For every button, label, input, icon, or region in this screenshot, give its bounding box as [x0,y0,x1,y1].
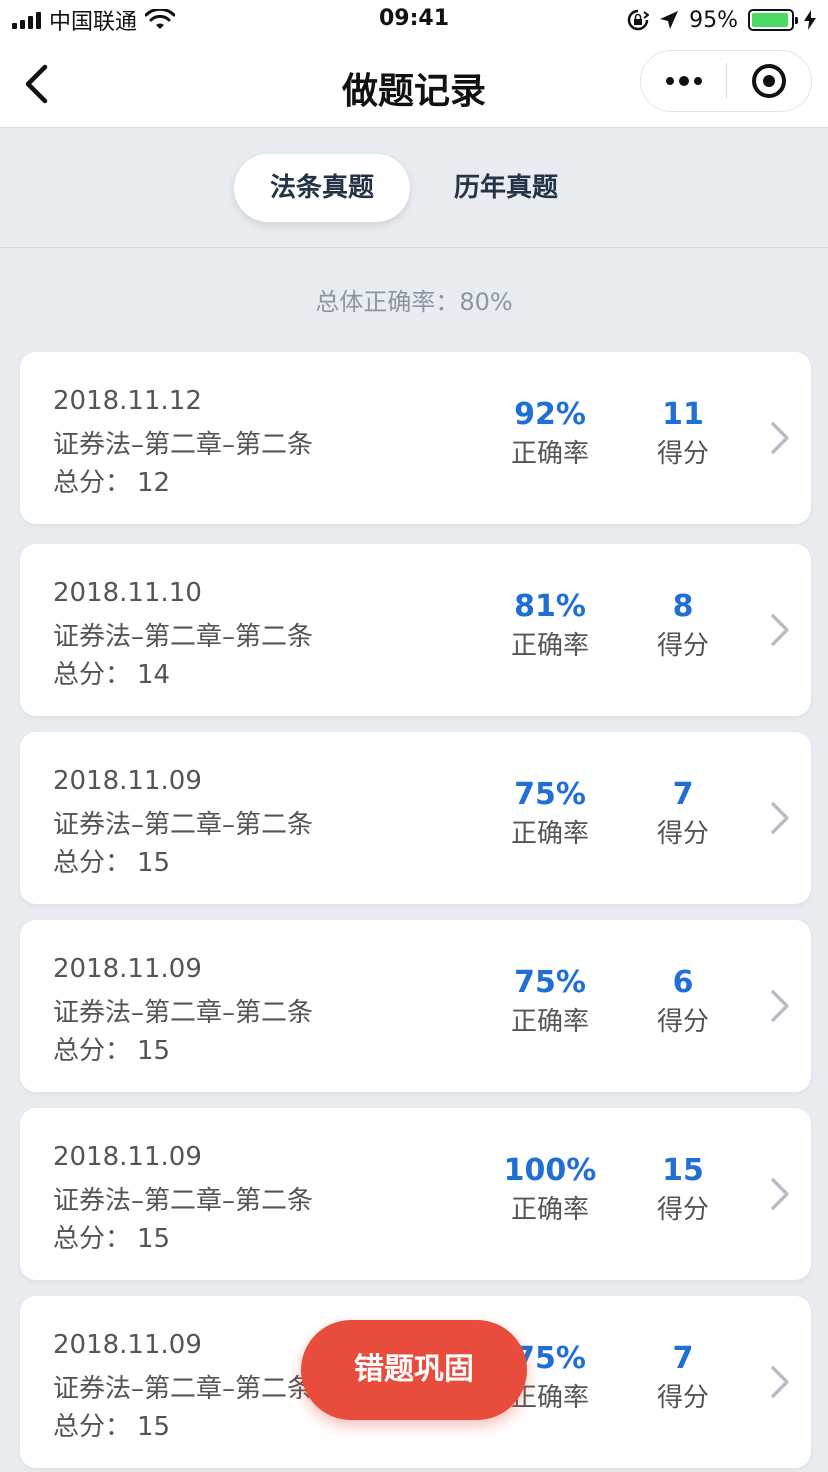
score-label: 得分 [656,1383,709,1413]
battery-icon [748,9,798,31]
more-button[interactable] [641,50,726,112]
score-stat: 8 得分 [633,590,733,662]
record-total: 总分： 15 [53,1218,170,1255]
record-total-value: 15 [137,1412,171,1442]
record-total-value: 14 [137,660,171,690]
score-stat: 7 得分 [633,1342,733,1414]
accuracy-value: 100% [503,1153,597,1188]
chevron-right-icon [771,614,789,646]
score-value: 15 [662,1153,704,1188]
record-total-label: 总分： [53,1224,132,1254]
accuracy-value: 75% [514,965,586,1000]
status-right: 95% [627,6,816,34]
record-total: 总分： 15 [53,1406,170,1443]
record-title: 证券法–第二章–第二条 [53,1374,314,1404]
score-value: 7 [672,1341,694,1376]
tab-bar: 法条真题 历年真题 [0,128,828,248]
accuracy-stat: 75% 正确率 [490,966,610,1038]
battery-percent: 95% [689,7,738,33]
record-total: 总分： 14 [53,654,170,691]
record-total-label: 总分： [53,1036,132,1066]
chevron-right-icon [771,1366,789,1398]
accuracy-label: 正确率 [510,439,589,469]
accuracy-value: 75% [514,777,586,812]
accuracy-label: 正确率 [510,631,589,661]
record-date: 2018.11.09 [53,766,202,796]
record-total-label: 总分： [53,468,132,498]
more-dot-icon [665,77,674,85]
chevron-right-icon [771,802,789,834]
chevron-right-icon [771,422,789,454]
record-total: 总分： 12 [53,462,170,499]
record-date: 2018.11.09 [53,1330,202,1360]
record-total-label: 总分： [53,848,132,878]
record-title: 证券法–第二章–第二条 [53,998,314,1028]
close-target-icon [751,64,786,98]
record-card[interactable]: 2018.11.09 证券法–第二章–第二条 总分： 15 75% 正确率 6 得… [20,920,811,1092]
record-title: 证券法–第二章–第二条 [53,622,314,652]
record-card[interactable]: 2018.11.09 证券法–第二章–第二条 总分： 15 100% 正确率 15… [20,1108,811,1280]
chevron-right-icon [771,990,789,1022]
record-total-value: 12 [137,468,171,498]
record-card[interactable]: 2018.11.12 证券法–第二章–第二条 总分： 12 92% 正确率 11 … [20,352,811,524]
accuracy-value: 81% [514,589,586,624]
battery-level [752,13,789,27]
wrong-questions-review-button[interactable]: 错题巩固 [301,1320,527,1420]
score-stat: 15 得分 [633,1154,733,1226]
record-card[interactable]: 2018.11.10 证券法–第二章–第二条 总分： 14 81% 正确率 8 得… [20,544,811,716]
record-title: 证券法–第二章–第二条 [53,1186,314,1216]
record-total-label: 总分： [53,660,132,690]
tab-law-questions[interactable]: 法条真题 [234,154,410,222]
more-dot-icon [678,76,689,86]
record-date: 2018.11.09 [53,1142,202,1172]
accuracy-label: 正确率 [510,1195,589,1225]
chevron-right-icon [771,1178,789,1210]
record-card[interactable]: 2018.11.09 证券法–第二章–第二条 总分： 15 75% 正确率 7 得… [20,732,811,904]
rotation-lock-icon [627,9,650,31]
score-label: 得分 [656,1195,709,1225]
record-title: 证券法–第二章–第二条 [53,430,314,460]
record-total-value: 15 [137,1036,171,1066]
score-stat: 6 得分 [633,966,733,1038]
score-value: 6 [672,965,694,1000]
accuracy-stat: 81% 正确率 [490,590,610,662]
score-value: 7 [672,777,694,812]
score-label: 得分 [656,1007,709,1037]
record-total-value: 15 [137,848,171,878]
accuracy-stat: 92% 正确率 [490,398,610,470]
more-dot-icon [693,77,702,85]
record-total: 总分： 15 [53,1030,170,1067]
charging-bolt-icon [804,10,816,30]
location-arrow-icon [660,11,679,29]
accuracy-label: 正确率 [510,1007,589,1037]
overall-accuracy-label: 总体正确率： [315,288,460,316]
close-button[interactable] [727,50,811,112]
record-date: 2018.11.09 [53,954,202,984]
record-date: 2018.11.12 [53,386,202,416]
record-total-value: 15 [137,1224,171,1254]
accuracy-label: 正确率 [510,819,589,849]
score-value: 8 [672,589,694,624]
record-title: 证券法–第二章–第二条 [53,810,314,840]
score-label: 得分 [656,819,709,849]
overall-accuracy-value: 80% [459,288,513,316]
status-bar: 中国联通 09:41 95% [0,0,828,40]
overall-accuracy: 总体正确率：80% [0,282,828,317]
tab-past-exams[interactable]: 历年真题 [424,154,588,222]
score-stat: 11 得分 [633,398,733,470]
score-stat: 7 得分 [633,778,733,850]
accuracy-stat: 75% 正确率 [490,778,610,850]
score-label: 得分 [656,439,709,469]
mini-program-capsule [640,50,812,112]
record-total-label: 总分： [53,1412,132,1442]
score-value: 11 [662,397,704,432]
record-total: 总分： 15 [53,842,170,879]
record-date: 2018.11.10 [53,578,202,608]
accuracy-stat: 100% 正确率 [490,1154,610,1226]
nav-bar: 做题记录 [0,40,828,128]
accuracy-value: 92% [514,397,586,432]
score-label: 得分 [656,631,709,661]
